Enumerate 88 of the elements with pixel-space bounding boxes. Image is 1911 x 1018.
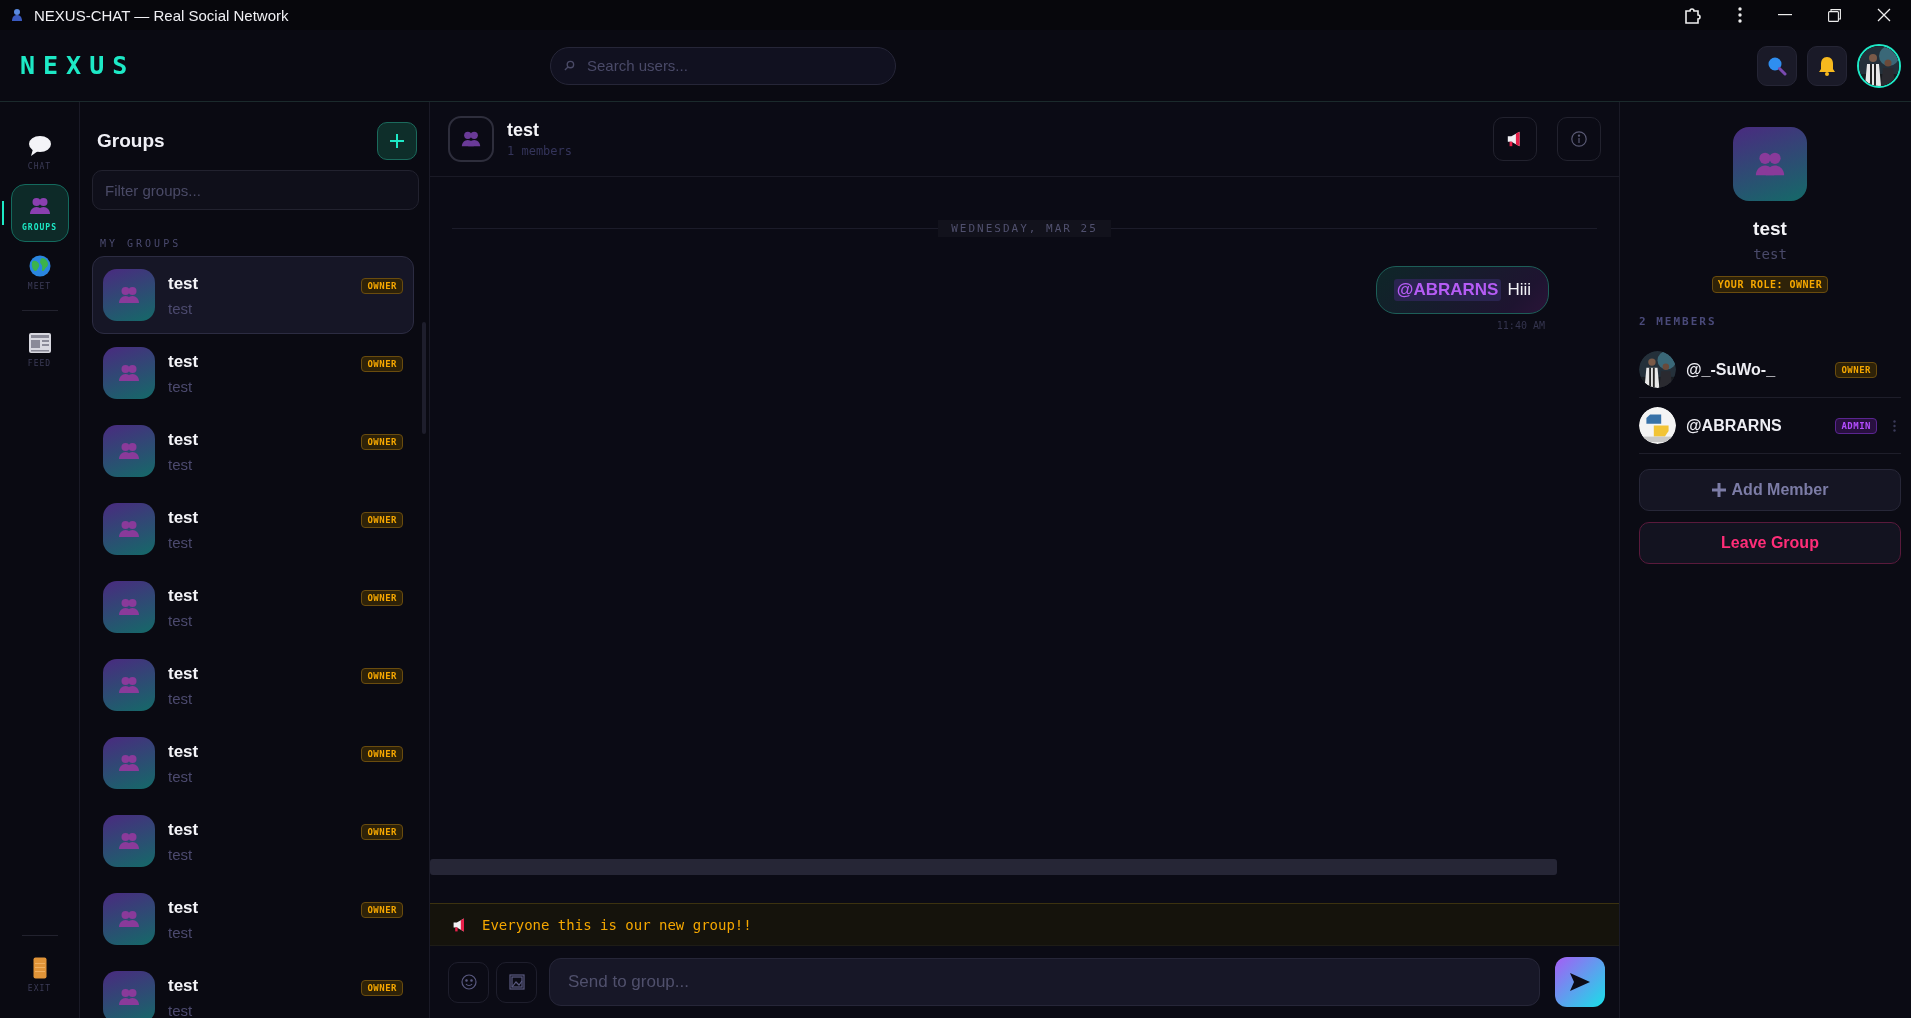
- group-item[interactable]: test test OWNER: [92, 490, 414, 568]
- leave-group-button[interactable]: Leave Group: [1639, 522, 1901, 564]
- group-name: test: [168, 351, 200, 372]
- group-item[interactable]: test test OWNER: [92, 880, 414, 958]
- globe-icon: [28, 255, 51, 277]
- group-item[interactable]: test test OWNER: [92, 802, 414, 880]
- member-name: @_-SuWo-_: [1686, 360, 1777, 379]
- role-badge: OWNER: [361, 902, 403, 918]
- role-badge: OWNER: [361, 278, 403, 294]
- role-badge: OWNER: [361, 746, 403, 762]
- member-count: 1 members: [507, 144, 574, 158]
- search-button[interactable]: [1757, 45, 1797, 86]
- image-icon: [508, 974, 525, 990]
- role-badge: OWNER: [361, 668, 403, 684]
- magnifier-icon: [1767, 55, 1787, 76]
- minimize-icon[interactable]: [1778, 14, 1792, 16]
- door-icon: [32, 957, 47, 979]
- group-name: test: [168, 273, 200, 294]
- role-badge: OWNER: [361, 824, 403, 840]
- group-name: test: [168, 507, 200, 528]
- group-item[interactable]: test test OWNER: [92, 256, 414, 334]
- mention[interactable]: @ABRARNS: [1393, 279, 1502, 301]
- plus-icon: [390, 134, 404, 148]
- role-badge: OWNER: [361, 434, 403, 450]
- send-icon: [1570, 973, 1590, 991]
- group-name: test: [168, 975, 200, 996]
- role-badge: OWNER: [361, 356, 403, 372]
- plus-icon: [1711, 483, 1726, 497]
- window-title: NEXUS-CHAT — Real Social Network: [34, 6, 290, 24]
- notifications-button[interactable]: [1807, 45, 1847, 86]
- group-subtitle: test: [168, 1001, 194, 1018]
- info-icon: [1571, 131, 1587, 147]
- role-badge: OWNER: [361, 590, 403, 606]
- send-button[interactable]: [1555, 957, 1605, 1007]
- panel-title: Groups: [97, 130, 165, 152]
- member-name: @ABRARNS: [1686, 416, 1783, 435]
- message-field[interactable]: Send to group...: [549, 958, 1540, 1006]
- close-icon[interactable]: [1877, 8, 1891, 22]
- group-subtitle: test: [168, 299, 194, 317]
- group-item[interactable]: test test OWNER: [92, 958, 414, 1018]
- role-badge: OWNER: [361, 980, 403, 996]
- speech-bubble-icon: [27, 135, 52, 157]
- filter-field[interactable]: Filter groups...: [92, 170, 419, 210]
- puzzle-icon[interactable]: [1684, 6, 1702, 24]
- app-icon: [10, 8, 24, 22]
- role-badge: ADMIN: [1835, 417, 1877, 434]
- chat-title: test: [507, 120, 540, 141]
- role-badge: OWNER: [361, 512, 403, 528]
- section-label: 2 MEMBERS: [1639, 315, 1718, 328]
- group-item[interactable]: test test OWNER: [92, 568, 414, 646]
- announcement-text: Everyone this is our new group!!: [482, 916, 752, 933]
- add-group-button[interactable]: [377, 122, 417, 160]
- group-item[interactable]: test test OWNER: [92, 646, 414, 724]
- search-field[interactable]: Search users...: [550, 46, 896, 85]
- group-name: test: [168, 741, 200, 762]
- logo: NEXUS: [20, 51, 137, 80]
- restore-icon[interactable]: [1828, 8, 1841, 22]
- section-label: MY GROUPS: [100, 238, 183, 249]
- group-item[interactable]: test test OWNER: [92, 724, 414, 802]
- group-name: test: [1753, 218, 1787, 240]
- group-name: test: [168, 819, 200, 840]
- message-text: Hiii: [1507, 280, 1531, 300]
- group-item[interactable]: test test OWNER: [92, 412, 414, 490]
- group-subtitle: test: [168, 845, 194, 863]
- group-name: test: [168, 585, 200, 606]
- bell-icon: [1818, 55, 1836, 76]
- role-badge: YOUR ROLE: OWNER: [1711, 276, 1829, 293]
- search-icon: [564, 59, 575, 71]
- group-subtitle: test: [168, 767, 194, 785]
- smiley-icon: [460, 974, 477, 990]
- group-subtitle: test: [168, 533, 194, 551]
- group-name: test: [168, 429, 200, 450]
- group-description: test: [1753, 246, 1787, 262]
- scrollbar[interactable]: [430, 859, 1557, 875]
- newspaper-icon: [27, 332, 52, 354]
- group-subtitle: test: [168, 377, 194, 395]
- group-subtitle: test: [168, 611, 194, 629]
- role-badge: OWNER: [1835, 361, 1877, 378]
- group-subtitle: test: [168, 689, 194, 707]
- more-icon[interactable]: [1738, 7, 1742, 23]
- announcement-button[interactable]: [1493, 117, 1537, 161]
- add-member-button[interactable]: Add Member: [1639, 469, 1901, 511]
- group-name: test: [168, 663, 200, 684]
- group-item[interactable]: test test OWNER: [92, 334, 414, 412]
- group-subtitle: test: [168, 923, 194, 941]
- group-name: test: [168, 897, 200, 918]
- message-time: 11:40 AM: [1496, 320, 1546, 331]
- group-subtitle: test: [168, 455, 194, 473]
